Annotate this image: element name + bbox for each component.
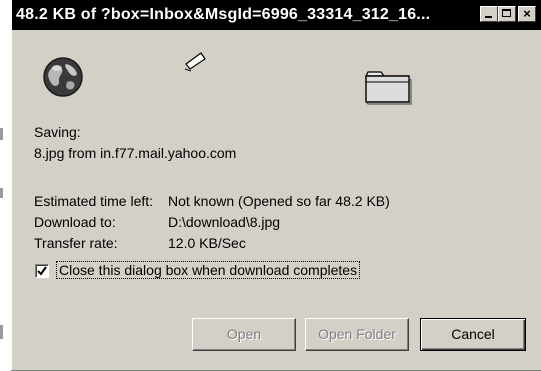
background-fragment — [0, 128, 3, 140]
flying-document-icon — [184, 52, 206, 72]
minimize-button[interactable] — [480, 6, 498, 22]
background-fragment — [0, 188, 3, 198]
folder-icon — [364, 71, 412, 105]
globe-icon — [43, 57, 83, 97]
maximize-button[interactable] — [498, 6, 516, 22]
close-icon: × — [523, 6, 531, 21]
minimize-icon — [485, 16, 492, 18]
transfer-rate-label: Transfer rate: — [34, 235, 118, 251]
open-folder-button[interactable]: Open Folder — [305, 318, 409, 351]
background-fragment — [0, 325, 3, 339]
saving-label: Saving: — [34, 124, 81, 140]
checkmark-icon — [37, 266, 47, 276]
cancel-button[interactable]: Cancel — [420, 318, 526, 351]
page: 48.2 KB of ?box=Inbox&MsgId=6996_33314_3… — [0, 0, 541, 371]
transfer-rate-value: 12.0 KB/Sec — [168, 235, 246, 251]
close-on-complete-checkbox[interactable] — [35, 264, 49, 278]
estimated-time-value: Not known (Opened so far 48.2 KB) — [168, 193, 390, 209]
file-source-text: 8.jpg from in.f77.mail.yahoo.com — [34, 145, 237, 161]
download-dialog: 48.2 KB of ?box=Inbox&MsgId=6996_33314_3… — [10, 0, 541, 371]
close-on-complete-label[interactable]: Close this dialog box when download comp… — [55, 261, 361, 279]
maximize-icon — [502, 9, 511, 17]
download-to-label: Download to: — [34, 214, 116, 230]
window-title: 48.2 KB of ?box=Inbox&MsgId=6996_33314_3… — [16, 6, 431, 23]
download-to-value: D:\download\8.jpg — [168, 214, 281, 230]
open-button[interactable]: Open — [192, 318, 296, 351]
title-bar[interactable]: 48.2 KB of ?box=Inbox&MsgId=6996_33314_3… — [12, 0, 541, 30]
estimated-time-label: Estimated time left: — [34, 193, 154, 209]
close-button[interactable]: × — [518, 6, 536, 22]
